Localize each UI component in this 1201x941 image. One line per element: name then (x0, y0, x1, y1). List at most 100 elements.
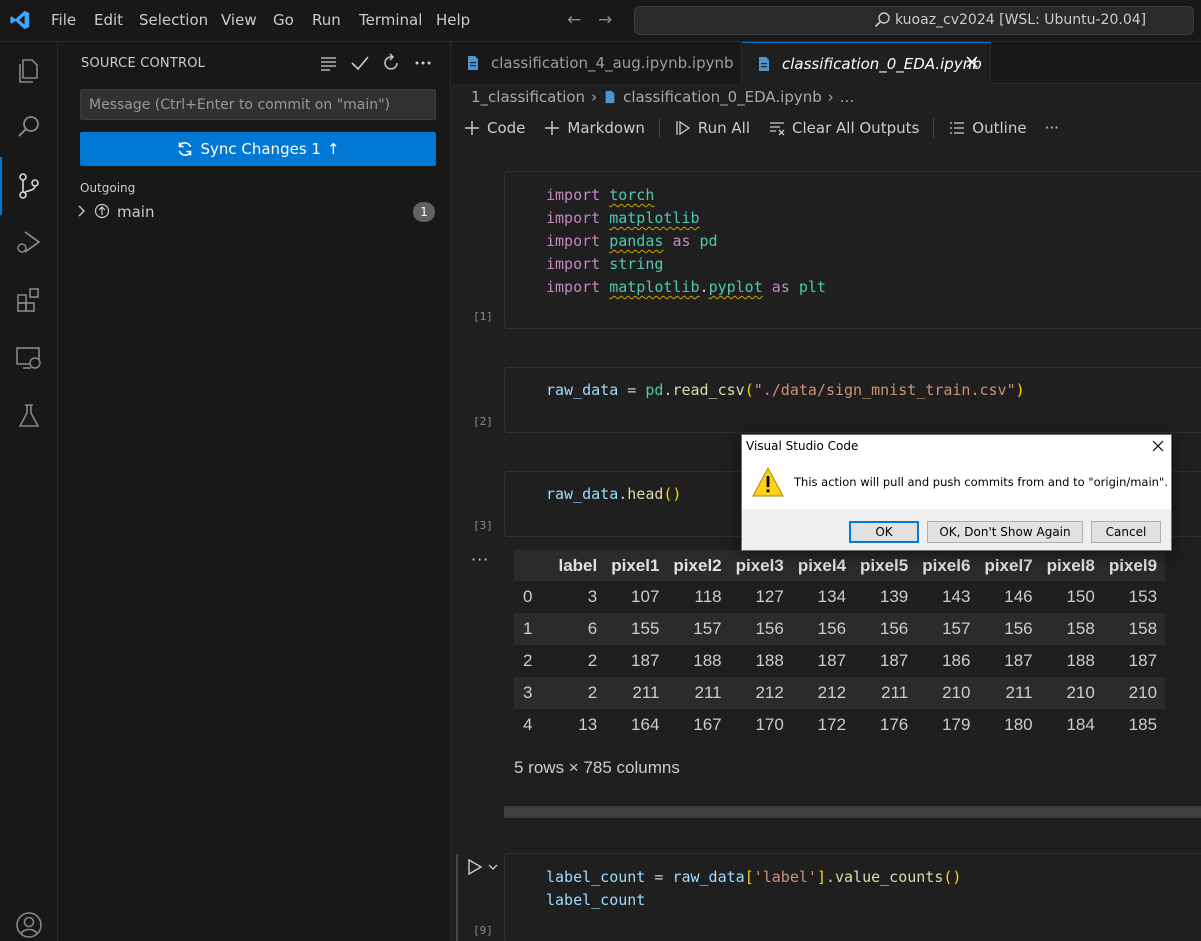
table-cell: 186 (942, 651, 971, 670)
tab-label: classification_4_aug.ipynb.ipynb (491, 54, 734, 72)
tab-classification-4-aug[interactable]: classification_4_aug.ipynb.ipynb (451, 42, 742, 84)
branch-name: main (117, 203, 155, 221)
view-as-list-icon[interactable] (318, 52, 340, 74)
table-cell: 211 (667, 677, 730, 709)
breadcrumb-folder[interactable]: 1_classification (471, 88, 585, 106)
run-cell-icon[interactable] (467, 858, 483, 876)
close-icon[interactable] (964, 54, 980, 70)
menu-file[interactable]: File (51, 11, 76, 29)
cancel-button[interactable]: Cancel (1091, 521, 1161, 543)
outgoing-branch-row[interactable]: main 1 (68, 200, 440, 224)
testing-icon[interactable] (13, 400, 45, 432)
more-actions-icon[interactable] (412, 52, 434, 74)
search-icon (874, 12, 890, 28)
cell-source[interactable]: import torch import matplotlib import pa… (546, 184, 826, 299)
chevron-down-icon[interactable] (487, 861, 499, 873)
table-row: 1 6 155 157 156 156 156 157 156 158 158 (514, 613, 1166, 645)
tab-label: classification_0_EDA.ipynb (782, 54, 982, 73)
breadcrumb-file[interactable]: classification_0_EDA.ipynb (623, 88, 822, 106)
table-cell: 212 (791, 677, 855, 709)
table-cell: 188 (755, 651, 784, 670)
vscode-logo-icon[interactable] (9, 9, 31, 31)
menu-help[interactable]: Help (436, 11, 470, 29)
refresh-icon[interactable] (380, 52, 402, 74)
dialog-title: Visual Studio Code (746, 439, 859, 453)
menu-view[interactable]: View (221, 11, 257, 29)
clear-all-outputs-button[interactable]: Clear All Outputs (768, 119, 919, 137)
output-more-actions[interactable]: ··· (471, 550, 489, 569)
outline-button[interactable]: Outline (948, 119, 1027, 137)
table-cell: 156 (729, 613, 792, 645)
outline-list-icon (950, 122, 965, 134)
sync-icon (179, 142, 192, 156)
close-icon[interactable] (1151, 439, 1165, 453)
tab-classification-0-eda[interactable]: classification_0_EDA.ipynb (742, 42, 991, 84)
code-cell[interactable]: import torch import matplotlib import pa… (504, 171, 1201, 329)
table-cell: 157 (916, 613, 979, 645)
menu-selection[interactable]: Selection (139, 11, 208, 29)
cell-source[interactable]: raw_data.head() (546, 483, 681, 506)
column-header: pixel4 (791, 550, 855, 581)
dataframe-output-table: label pixel1 pixel2 pixel3 pixel4 pixel5… (514, 550, 1166, 741)
table-cell: 187 (631, 651, 660, 670)
code-cell[interactable]: label_count = raw_data['label'].value_co… (504, 853, 1201, 941)
table-cell: 187 (879, 651, 909, 670)
menu-terminal[interactable]: Terminal (359, 11, 422, 29)
extensions-icon[interactable] (13, 284, 45, 316)
command-center-label: kuoaz_cv2024 [WSL: Ubuntu-20.04] (895, 12, 1147, 28)
table-cell: 176 (879, 715, 909, 734)
table-cell: 13 (578, 715, 598, 734)
column-header: pixel6 (916, 550, 979, 581)
menu-run[interactable]: Run (312, 11, 341, 29)
account-icon[interactable] (13, 909, 45, 941)
table-cell: 143 (942, 587, 971, 606)
add-markdown-cell-button[interactable]: Markdown (543, 119, 645, 137)
more-actions-icon[interactable]: ··· (1045, 119, 1059, 137)
arrow-up-icon: ↑ (326, 140, 340, 158)
notebook-file-icon (759, 56, 769, 71)
breadcrumb-more[interactable]: ... (840, 88, 854, 106)
execution-count: [1] (473, 310, 493, 323)
warning-icon (752, 467, 784, 497)
ok-button[interactable]: OK (849, 521, 919, 543)
table-row: 0 3 107 118 127 134 139 143 146 150 153 (514, 581, 1165, 613)
commit-check-icon[interactable] (349, 52, 371, 74)
table-cell: 211 (605, 677, 668, 709)
table-cell: 185 (1128, 715, 1158, 734)
horizontal-scrollbar[interactable] (504, 806, 1201, 818)
chevron-right-icon[interactable] (74, 204, 88, 218)
clear-outputs-icon (770, 122, 785, 136)
run-all-icon (676, 120, 691, 136)
command-center[interactable]: kuoaz_cv2024 [WSL: Ubuntu-20.04] (634, 6, 1194, 35)
cell-source[interactable]: raw_data = pd.read_csv("./data/sign_mnis… (546, 379, 1025, 402)
table-cell: 127 (755, 587, 784, 606)
column-header: pixel2 (667, 550, 730, 581)
code-cell[interactable]: raw_data = pd.read_csv("./data/sign_mnis… (504, 367, 1201, 433)
column-header: pixel8 (1040, 550, 1103, 581)
chevron-right-icon: › (827, 88, 834, 106)
forward-arrow-icon[interactable]: → (598, 10, 612, 30)
dataframe-shape-label: 5 rows × 785 columns (514, 758, 680, 777)
ok-dont-show-again-button[interactable]: OK, Don't Show Again (927, 521, 1083, 543)
search-icon[interactable] (13, 111, 45, 143)
commit-message-input[interactable] (80, 89, 436, 120)
explorer-icon[interactable] (13, 54, 45, 86)
add-code-cell-button[interactable]: Code (463, 119, 525, 137)
row-index: 4 (523, 715, 533, 734)
table-cell: 158 (1040, 613, 1103, 645)
tab-bar: classification_4_aug.ipynb.ipynb classif… (451, 42, 1201, 84)
source-control-icon[interactable] (13, 170, 45, 202)
run-debug-icon[interactable] (13, 226, 45, 258)
run-all-label: Run All (697, 119, 751, 137)
table-cell: 187 (1128, 651, 1158, 670)
menu-go[interactable]: Go (273, 11, 294, 29)
table-cell: 210 (1040, 677, 1103, 709)
table-cell: 211 (854, 677, 917, 709)
run-all-button[interactable]: Run All (674, 119, 750, 137)
menu-edit[interactable]: Edit (94, 11, 123, 29)
back-arrow-icon[interactable]: ← (567, 10, 581, 30)
table-cell: 158 (1102, 613, 1166, 645)
cell-source[interactable]: label_count = raw_data['label'].value_co… (546, 866, 961, 912)
sync-changes-button[interactable]: Sync Changes 1 ↑ (80, 132, 436, 166)
remote-explorer-icon[interactable] (13, 342, 45, 374)
